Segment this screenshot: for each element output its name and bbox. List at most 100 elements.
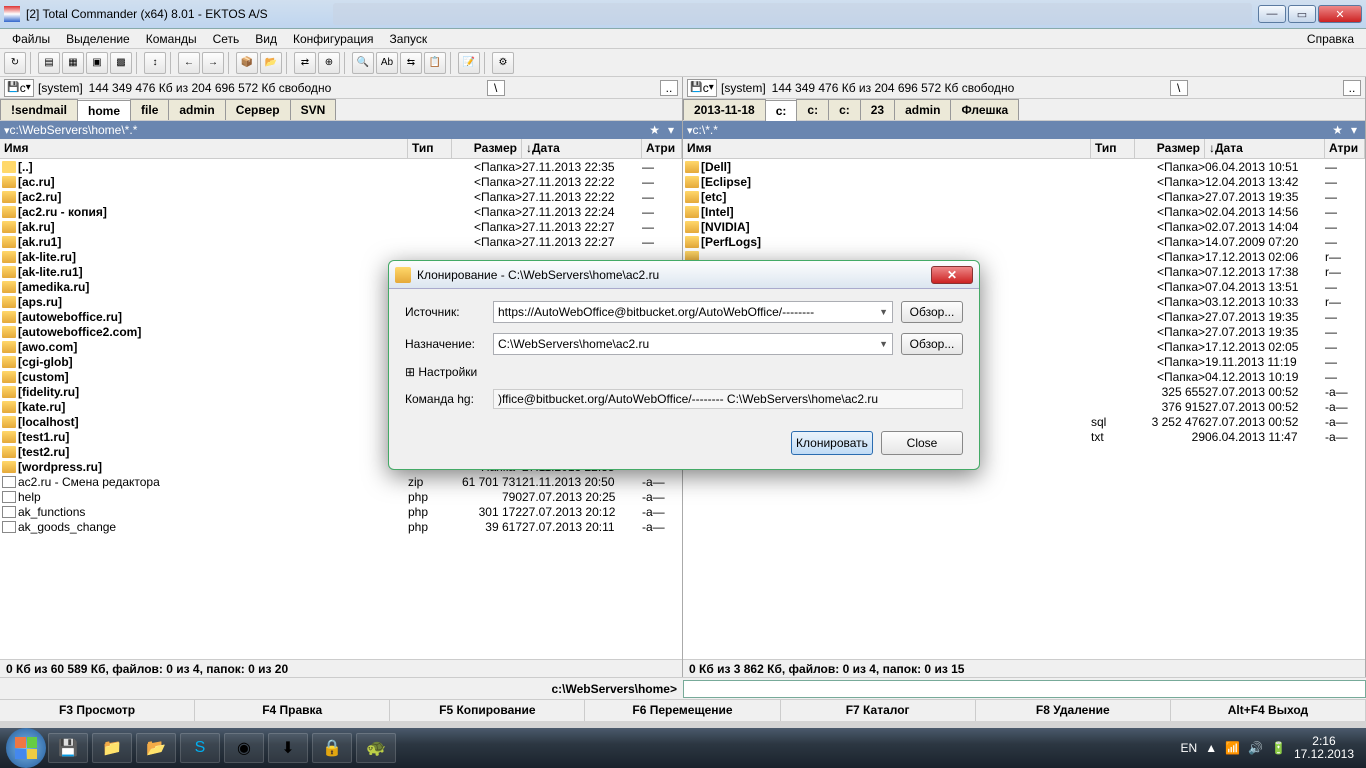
menu-start[interactable]: Запуск [382, 30, 436, 48]
tb-ftp-icon[interactable]: ⇄ [294, 52, 316, 74]
fkey-button[interactable]: F7 Каталог [781, 700, 976, 721]
col-ext[interactable]: Тип [1091, 139, 1135, 158]
folder-tab[interactable]: c: [828, 99, 861, 120]
taskbar-folder-icon[interactable]: 📂 [136, 733, 176, 763]
dest-browse-button[interactable]: Обзор... [901, 333, 963, 355]
folder-tab[interactable]: 23 [860, 99, 895, 120]
file-row[interactable]: ak_functionsphp301 17227.07.2013 20:12-a… [0, 504, 682, 519]
file-row[interactable]: ak_goods_changephp39 61727.07.2013 20:11… [0, 519, 682, 534]
col-date[interactable]: ↓Дата [1205, 139, 1325, 158]
left-root-button[interactable]: \ [487, 80, 505, 96]
tb-notepad-icon[interactable]: 📝 [458, 52, 480, 74]
file-row[interactable]: [Eclipse]<Папка>12.04.2013 13:42— [683, 174, 1365, 189]
tray-power-icon[interactable]: 🔋 [1271, 741, 1286, 755]
menu-mark[interactable]: Выделение [58, 30, 138, 48]
command-input[interactable] [683, 680, 1366, 698]
folder-tab[interactable]: admin [168, 99, 225, 120]
file-row[interactable]: [Intel]<Папка>02.04.2013 14:56— [683, 204, 1365, 219]
dialog-close-button[interactable]: ✕ [931, 266, 973, 284]
file-row[interactable]: [ac2.ru - копия]<Папка>27.11.2013 22:24— [0, 204, 682, 219]
taskbar-totalcmd-icon[interactable]: 💾 [48, 733, 88, 763]
folder-tab[interactable]: file [130, 99, 169, 120]
menu-commands[interactable]: Команды [138, 30, 205, 48]
right-path-bar[interactable]: ▾c:\*.* ★ ▾ [683, 121, 1365, 139]
file-row[interactable]: [PerfLogs]<Папка>14.07.2009 07:20— [683, 234, 1365, 249]
tb-forward-icon[interactable]: → [202, 52, 224, 74]
clone-button[interactable]: Клонировать [791, 431, 873, 455]
tb-refresh-icon[interactable]: ↻ [4, 52, 26, 74]
tb-view-full-icon[interactable]: ▦ [62, 52, 84, 74]
tb-back-icon[interactable]: ← [178, 52, 200, 74]
close-button[interactable]: ✕ [1318, 5, 1362, 23]
file-row[interactable]: [ak.ru1]<Папка>27.11.2013 22:27— [0, 234, 682, 249]
taskbar-skype-icon[interactable]: S [180, 733, 220, 763]
fkey-button[interactable]: F8 Удаление [976, 700, 1171, 721]
file-row[interactable]: [..]<Папка>27.11.2013 22:35— [0, 159, 682, 174]
col-date[interactable]: ↓Дата [522, 139, 642, 158]
file-row[interactable]: [etc]<Папка>27.07.2013 19:35— [683, 189, 1365, 204]
left-path-bar[interactable]: ▾c:\WebServers\home\*.* ★ ▾ [0, 121, 682, 139]
tb-control-panel-icon[interactable]: ⚙ [492, 52, 514, 74]
menu-net[interactable]: Сеть [205, 30, 248, 48]
folder-tab[interactable]: Флешка [950, 99, 1019, 120]
folder-tab[interactable]: SVN [290, 99, 337, 120]
tb-pack-icon[interactable]: 📦 [236, 52, 258, 74]
col-ext[interactable]: Тип [408, 139, 452, 158]
source-combo[interactable]: https://AutoWebOffice@bitbucket.org/Auto… [493, 301, 893, 323]
tb-invert-icon[interactable]: ↕ [144, 52, 166, 74]
taskbar-download-icon[interactable]: ⬇ [268, 733, 308, 763]
fkey-button[interactable]: F4 Правка [195, 700, 390, 721]
col-name[interactable]: Имя [683, 139, 1091, 158]
left-drive-select[interactable]: 💾 c ▾ [4, 79, 34, 97]
folder-tab[interactable]: c: [765, 100, 798, 121]
fkey-button[interactable]: F6 Перемещение [585, 700, 780, 721]
file-row[interactable]: [ac.ru]<Папка>27.11.2013 22:22— [0, 174, 682, 189]
tb-view-brief-icon[interactable]: ▤ [38, 52, 60, 74]
folder-tab[interactable]: !sendmail [0, 99, 78, 120]
file-row[interactable]: ac2.ru - Смена редактораzip61 701 73121.… [0, 474, 682, 489]
tray-lang[interactable]: EN [1181, 741, 1198, 755]
file-row[interactable]: [ac2.ru]<Папка>27.11.2013 22:22— [0, 189, 682, 204]
file-row[interactable]: [NVIDIA]<Папка>02.07.2013 14:04— [683, 219, 1365, 234]
tb-search-icon[interactable]: 🔍 [352, 52, 374, 74]
close-dialog-button[interactable]: Close [881, 431, 963, 455]
file-row[interactable]: [ak.ru]<Папка>27.11.2013 22:27— [0, 219, 682, 234]
folder-tab[interactable]: Сервер [225, 99, 291, 120]
right-fav-icon[interactable]: ★ [1328, 123, 1347, 137]
menu-config[interactable]: Конфигурация [285, 30, 382, 48]
file-row[interactable]: [Dell]<Папка>06.04.2013 10:51— [683, 159, 1365, 174]
taskbar-chrome-icon[interactable]: ◉ [224, 733, 264, 763]
dest-combo[interactable]: C:\WebServers\home\ac2.ru▼ [493, 333, 893, 355]
taskbar-explorer-icon[interactable]: 📁 [92, 733, 132, 763]
right-drive-select[interactable]: 💾 c ▾ [687, 79, 717, 97]
col-size[interactable]: Размер [1135, 139, 1205, 158]
tb-sync-icon[interactable]: ⇆ [400, 52, 422, 74]
left-history-icon[interactable]: ▾ [664, 123, 678, 137]
minimize-button[interactable]: — [1258, 5, 1286, 23]
col-attr[interactable]: Атри [642, 139, 682, 158]
left-fav-icon[interactable]: ★ [645, 123, 664, 137]
tray-sound-icon[interactable]: 🔊 [1248, 741, 1263, 755]
fkey-button[interactable]: F3 Просмотр [0, 700, 195, 721]
folder-tab[interactable]: c: [796, 99, 829, 120]
tb-multirename-icon[interactable]: Ab [376, 52, 398, 74]
source-browse-button[interactable]: Обзор... [901, 301, 963, 323]
taskbar-tortoise-icon[interactable]: 🐢 [356, 733, 396, 763]
fkey-button[interactable]: Alt+F4 Выход [1171, 700, 1366, 721]
col-size[interactable]: Размер [452, 139, 522, 158]
folder-tab[interactable]: home [77, 100, 131, 121]
settings-expander[interactable]: ⊞ Настройки [405, 365, 963, 379]
left-up-button[interactable]: .. [660, 80, 678, 96]
right-history-icon[interactable]: ▾ [1347, 123, 1361, 137]
col-attr[interactable]: Атри [1325, 139, 1365, 158]
tb-copy-names-icon[interactable]: 📋 [424, 52, 446, 74]
taskbar-lock-icon[interactable]: 🔒 [312, 733, 352, 763]
tray-network-icon[interactable]: 📶 [1225, 741, 1240, 755]
tb-unpack-icon[interactable]: 📂 [260, 52, 282, 74]
menu-show[interactable]: Вид [247, 30, 285, 48]
menu-files[interactable]: Файлы [4, 30, 58, 48]
dialog-titlebar[interactable]: Клонирование - C:\WebServers\home\ac2.ru… [389, 261, 979, 289]
right-root-button[interactable]: \ [1170, 80, 1188, 96]
tray-flag-icon[interactable]: ▲ [1205, 741, 1217, 755]
tb-view-tree-icon[interactable]: ▣ [86, 52, 108, 74]
